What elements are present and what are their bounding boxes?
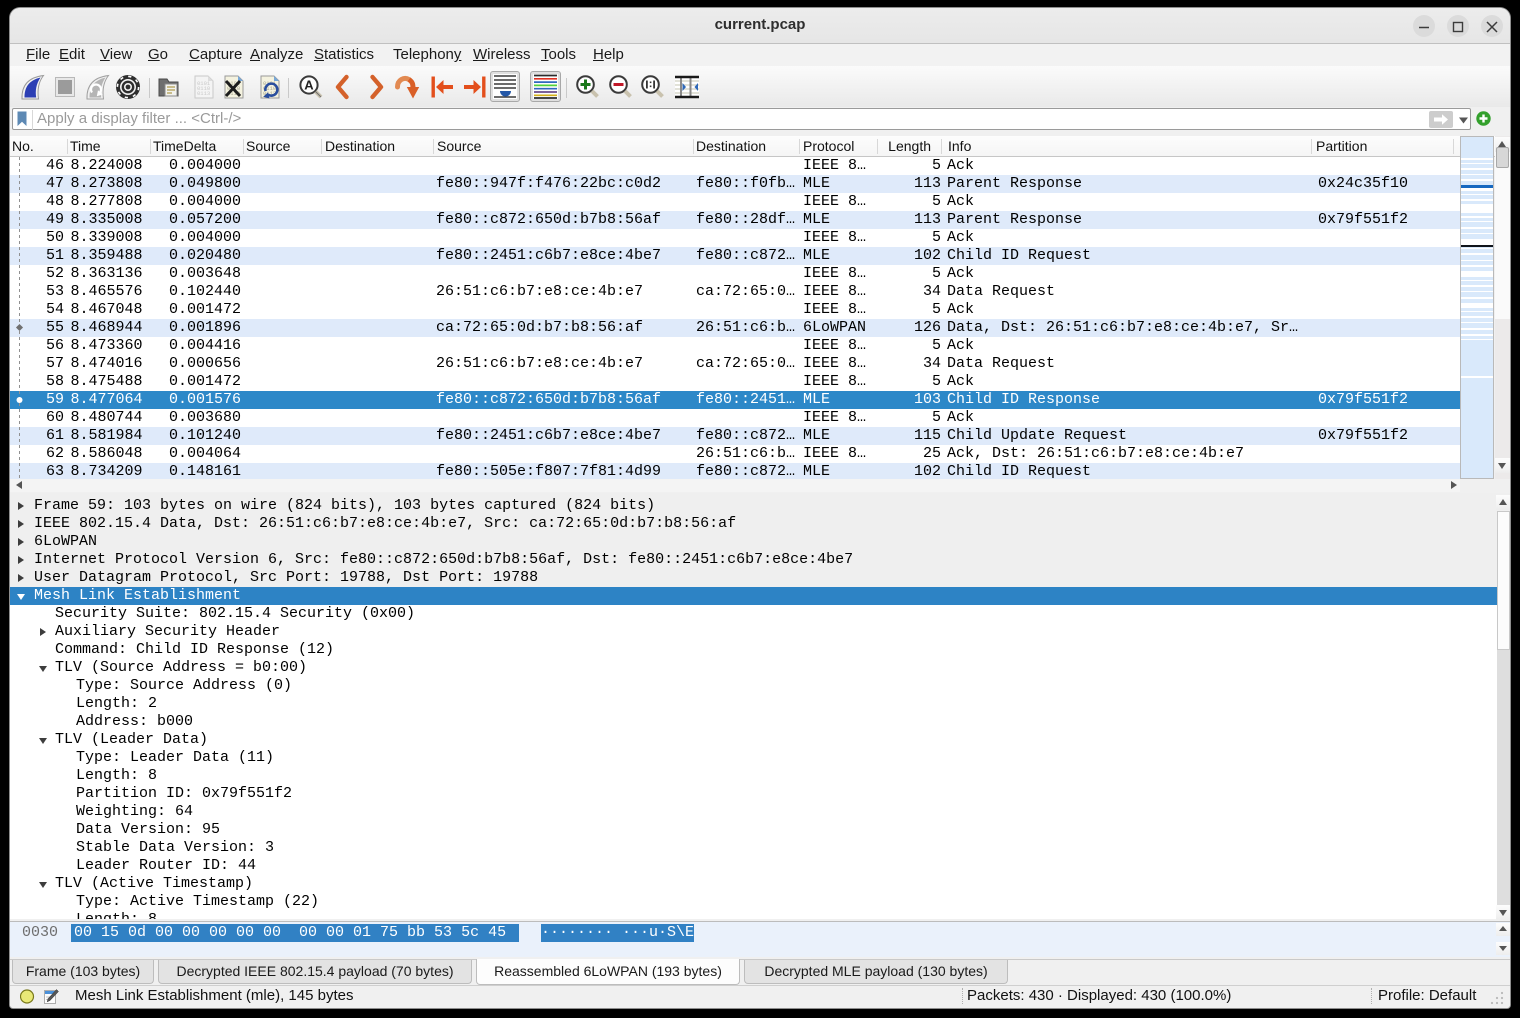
- svg-text:A: A: [304, 78, 314, 93]
- svg-text:0113: 0113: [197, 90, 210, 97]
